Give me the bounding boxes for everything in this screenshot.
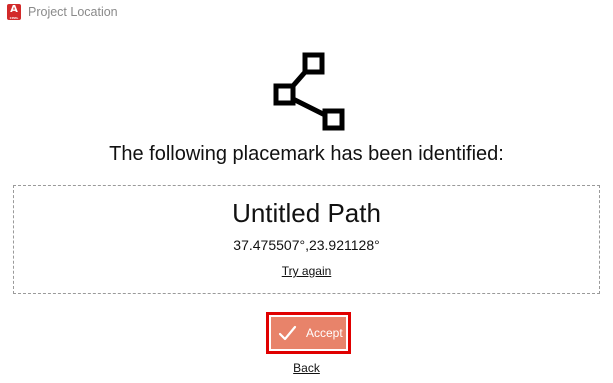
app-icon: A CIVIL	[7, 4, 21, 20]
placemark-name: Untitled Path	[232, 198, 381, 228]
accept-button-label: Accept	[306, 326, 343, 340]
back-link[interactable]: Back	[293, 361, 320, 375]
checkmark-icon	[278, 325, 297, 341]
app-icon-subtext: CIVIL	[9, 16, 19, 20]
window-title: Project Location	[28, 5, 118, 19]
placemark-coordinates: 37.475507°,23.921128°	[233, 237, 380, 253]
try-again-link[interactable]: Try again	[282, 264, 332, 278]
try-again-row: Try again	[0, 264, 613, 278]
title-bar: A CIVIL Project Location	[0, 0, 613, 26]
back-row: Back	[0, 361, 613, 375]
identified-headline: The following placemark has been identif…	[109, 143, 504, 165]
accept-button[interactable]: Accept	[271, 317, 346, 349]
placemark-path-icon	[270, 50, 350, 134]
